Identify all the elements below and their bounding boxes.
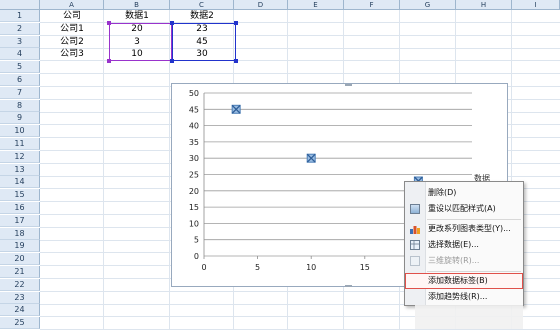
range-resize-handle[interactable] — [170, 59, 174, 63]
y-tick-label: 30 — [189, 154, 199, 163]
menu-item-label: 添加数据标签(B) — [428, 276, 488, 285]
menu-item-3d-rotation: 三维旋转(R)... — [405, 253, 523, 269]
blurred-overlay — [415, 305, 523, 329]
row-header-9[interactable]: 9 — [0, 112, 40, 125]
menu-item-label: 重设以匹配样式(A) — [428, 204, 496, 213]
row-header-17[interactable]: 17 — [0, 214, 40, 227]
row-header-24[interactable]: 24 — [0, 304, 40, 317]
row-header-22[interactable]: 22 — [0, 278, 40, 291]
cell-a2[interactable]: 公司1 — [40, 23, 104, 35]
row-header-11[interactable]: 11 — [0, 138, 40, 150]
row-header-1[interactable]: 1 — [0, 10, 40, 22]
range-resize-handle[interactable] — [107, 21, 111, 25]
row-header-10[interactable]: 10 — [0, 125, 40, 138]
select-all-corner[interactable] — [0, 0, 40, 10]
row-header-25[interactable]: 25 — [0, 317, 40, 330]
y-tick-label: 25 — [189, 171, 199, 180]
row-header-20[interactable]: 20 — [0, 253, 40, 266]
row-header-21[interactable]: 21 — [0, 266, 40, 278]
menu-item-change-chart-type[interactable]: 更改系列图表类型(Y)... — [405, 221, 523, 237]
y-range-highlight — [172, 22, 236, 62]
cell-a4[interactable]: 公司3 — [40, 48, 104, 60]
y-tick-label: 35 — [189, 138, 199, 147]
y-tick-label: 40 — [189, 122, 199, 131]
row-header-13[interactable]: 13 — [0, 163, 40, 176]
row-header-23[interactable]: 23 — [0, 291, 40, 304]
menu-item-reset-style[interactable]: 重设以匹配样式(A) — [405, 201, 523, 217]
y-tick-label: 0 — [194, 252, 199, 261]
menu-item-add-trendline[interactable]: 添加趋势线(R)... — [405, 289, 523, 305]
x-tick-label: 10 — [306, 263, 316, 272]
menu-item-add-data-labels[interactable]: 添加数据标签(B) — [405, 273, 523, 289]
range-resize-handle[interactable] — [107, 59, 111, 63]
menu-item-label: 添加趋势线(R)... — [428, 292, 488, 301]
row-header-8[interactable]: 8 — [0, 99, 40, 112]
column-header-b[interactable]: B — [104, 0, 170, 10]
row-header-7[interactable]: 7 — [0, 86, 40, 99]
column-header-e[interactable]: E — [288, 0, 344, 10]
y-tick-label: 45 — [189, 105, 199, 114]
row-header-6[interactable]: 6 — [0, 74, 40, 86]
range-resize-handle[interactable] — [170, 21, 174, 25]
menu-item-label: 删除(D) — [428, 188, 457, 197]
y-tick-label: 20 — [189, 187, 199, 196]
row-header-4[interactable]: 4 — [0, 48, 40, 61]
3d-rotation-icon — [410, 256, 420, 266]
row-header-16[interactable]: 16 — [0, 202, 40, 214]
y-tick-label: 50 — [189, 89, 199, 98]
x-tick-label: 5 — [255, 263, 260, 272]
reset-style-icon — [410, 204, 420, 214]
row-header-12[interactable]: 12 — [0, 150, 40, 163]
cell-b1[interactable]: 数据1 — [104, 10, 170, 22]
cell-a1[interactable]: 公司 — [40, 10, 104, 22]
row-header-3[interactable]: 3 — [0, 35, 40, 48]
range-resize-handle[interactable] — [234, 59, 238, 63]
y-tick-label: 5 — [194, 236, 199, 245]
row-header-5[interactable]: 5 — [0, 61, 40, 74]
menu-item-label: 选择数据(E)... — [428, 240, 479, 249]
column-header-a[interactable]: A — [40, 0, 104, 10]
menu-separator — [427, 219, 521, 220]
row-header-14[interactable]: 14 — [0, 176, 40, 189]
column-header-f[interactable]: F — [344, 0, 400, 10]
column-header-c[interactable]: C — [170, 0, 234, 10]
column-header-g[interactable]: G — [400, 0, 456, 10]
column-header-d[interactable]: D — [234, 0, 288, 10]
worksheet[interactable]: ABCDEFGHI 1 2 3 4 5 6 7 8 9 10 11 12 13 14 15 16 17 18 19 2… — [0, 0, 560, 330]
menu-item-label: 更改系列图表类型(Y)... — [428, 224, 511, 233]
range-resize-handle[interactable] — [234, 21, 238, 25]
row-header-15[interactable]: 15 — [0, 189, 40, 202]
cell-a3[interactable]: 公司2 — [40, 36, 104, 48]
row-header-2[interactable]: 2 — [0, 22, 40, 35]
context-menu[interactable]: 删除(D) 重设以匹配样式(A) 更改系列图表类型(Y)... 选择数据(E).… — [404, 181, 524, 306]
x-tick-label: 0 — [201, 263, 206, 272]
menu-separator — [427, 271, 521, 272]
x-range-highlight — [109, 22, 172, 62]
row-header-19[interactable]: 19 — [0, 240, 40, 253]
menu-item-delete[interactable]: 删除(D) — [405, 185, 523, 201]
column-header-i[interactable]: I — [512, 0, 560, 10]
x-tick-label: 15 — [360, 263, 370, 272]
menu-item-label: 三维旋转(R)... — [428, 256, 480, 265]
menu-item-select-data[interactable]: 选择数据(E)... — [405, 237, 523, 253]
cell-c1[interactable]: 数据2 — [170, 10, 234, 22]
y-tick-label: 10 — [189, 219, 199, 228]
row-header-18[interactable]: 18 — [0, 227, 40, 240]
select-data-icon — [410, 240, 420, 250]
column-header-h[interactable]: H — [456, 0, 512, 10]
change-chart-type-icon — [410, 224, 420, 234]
row-gridline — [40, 73, 560, 75]
y-tick-label: 15 — [189, 203, 199, 212]
